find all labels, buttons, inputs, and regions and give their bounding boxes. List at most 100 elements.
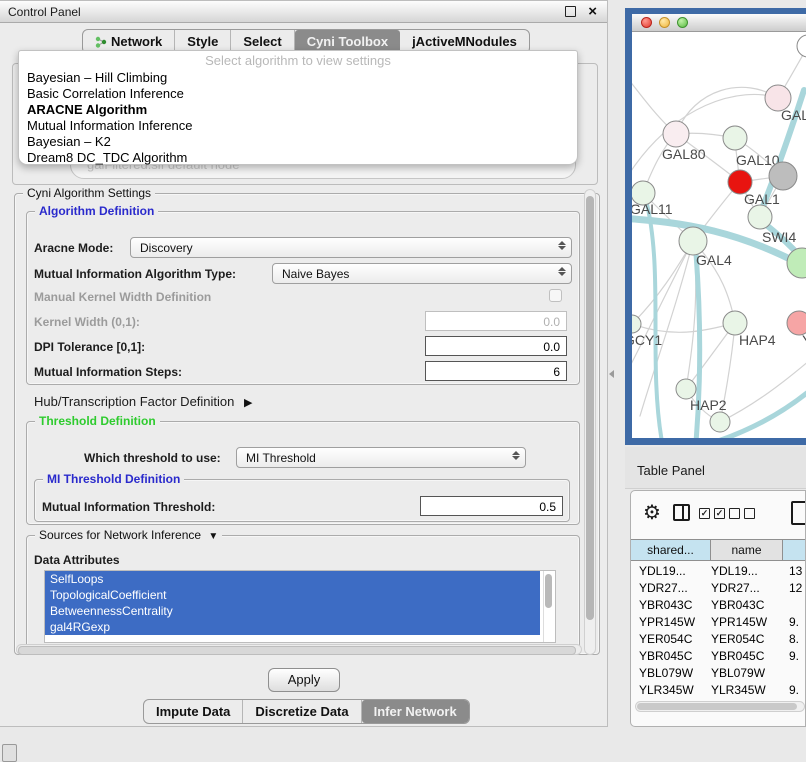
table-cell: YBL079W: [639, 666, 693, 680]
column-layout-icon[interactable]: [673, 504, 690, 521]
table-row[interactable]: YER054CYER054C8.: [631, 631, 806, 648]
aracne-mode-select[interactable]: Discovery: [130, 237, 572, 258]
manual-kernel-label: Manual Kernel Width Definition: [34, 290, 211, 304]
algorithm-option[interactable]: Bayesian – Hill Climbing: [19, 70, 577, 86]
network-node[interactable]: [679, 227, 707, 255]
algorithm-dropdown-popup: Select algorithm to view settings Bayesi…: [18, 50, 578, 165]
column-header[interactable]: [783, 539, 806, 561]
attribute-item[interactable]: TopologicalCoefficient: [45, 587, 540, 603]
mi-threshold-field[interactable]: 0.5: [420, 496, 563, 516]
network-node-label: HAP4: [739, 332, 776, 348]
network-node[interactable]: [710, 412, 730, 432]
table-cell: 13: [789, 564, 802, 578]
network-node[interactable]: [787, 248, 806, 278]
attribute-item[interactable]: gal4RGexp: [45, 619, 540, 635]
hub-definition-toggle[interactable]: Hub/Transcription Factor Definition ▶: [34, 394, 252, 409]
mi-type-value: Naive Bayes: [282, 267, 349, 281]
table-horizontal-scrollbar[interactable]: [635, 701, 805, 712]
algorithm-definition-title: Algorithm Definition: [35, 204, 158, 218]
table-row[interactable]: YDL19...YDL19...13: [631, 563, 806, 580]
table-panel-header: Table Panel: [625, 447, 806, 489]
panel-splitter-arrow[interactable]: [609, 370, 614, 378]
table-row[interactable]: YLR345WYLR345W9.: [631, 682, 806, 699]
manual-kernel-checkbox[interactable]: [549, 289, 562, 302]
table-cell: 9.: [789, 683, 799, 697]
minimize-traffic-light-icon[interactable]: [659, 17, 670, 28]
close-traffic-light-icon[interactable]: [641, 17, 652, 28]
network-node[interactable]: [723, 126, 747, 150]
close-icon[interactable]: ×: [588, 7, 597, 17]
table-cell: YPR145W: [711, 615, 767, 629]
mi-type-select[interactable]: Naive Bayes: [272, 263, 572, 284]
which-threshold-value: MI Threshold: [246, 451, 316, 465]
network-node[interactable]: [632, 315, 641, 333]
table-row[interactable]: YBL079WYBL079W: [631, 665, 806, 682]
mi-steps-label: Mutual Information Steps:: [34, 365, 182, 379]
apply-button[interactable]: Apply: [268, 668, 340, 692]
algorithm-option[interactable]: Mutual Information Inference: [19, 118, 577, 134]
mi-threshold-group-title: MI Threshold Definition: [43, 472, 184, 486]
network-node[interactable]: [769, 162, 797, 190]
network-node[interactable]: [676, 379, 696, 399]
table-panel-window: ⚙ ✓✓ shared...name YDL19...YDL19...13YDR…: [630, 490, 806, 727]
hub-definition-label: Hub/Transcription Factor Definition: [34, 394, 234, 409]
deselect-all-checkboxes-icon[interactable]: [729, 508, 755, 519]
gear-icon[interactable]: ⚙: [643, 503, 661, 523]
table-cell: YBR045C: [639, 649, 692, 663]
attribute-item[interactable]: SelfLoops: [45, 571, 540, 587]
tab-label: Select: [243, 34, 281, 49]
sources-title-toggle[interactable]: Sources for Network Inference ▼: [35, 528, 222, 542]
table-row[interactable]: YDR27...YDR27...12: [631, 580, 806, 597]
table-cell: 9.: [789, 615, 799, 629]
tab-discretize-data[interactable]: Discretize Data: [243, 700, 361, 723]
which-threshold-select[interactable]: MI Threshold: [236, 447, 526, 468]
kernel-width-field: 0.0: [425, 311, 567, 331]
control-panel-title: Control Panel: [0, 5, 565, 19]
settings-horizontal-scrollbar[interactable]: [16, 644, 582, 655]
threshold-definition-title: Threshold Definition: [35, 414, 160, 428]
tab-infer-network[interactable]: Infer Network: [362, 700, 469, 723]
dpi-tolerance-field[interactable]: 0.0: [425, 336, 567, 356]
column-header[interactable]: name: [711, 539, 783, 561]
zoom-traffic-light-icon[interactable]: [677, 17, 688, 28]
table-row[interactable]: YBR043CYBR043C: [631, 597, 806, 614]
screen: Control Panel × NetworkStyleSelectCyni T…: [0, 0, 806, 762]
mi-steps-field[interactable]: 6: [425, 361, 567, 381]
document-icon[interactable]: [791, 501, 806, 525]
algorithm-option[interactable]: Basic Correlation Inference: [19, 86, 577, 102]
spinner-arrows-icon: [558, 241, 566, 250]
network-node-label: GAL: [781, 107, 806, 123]
sources-title: Sources for Network Inference: [39, 528, 201, 542]
docked-panel-button[interactable]: [2, 744, 17, 762]
network-canvas[interactable]: GALGAL80GAL10GAL1GAL11SWI4GAL4GCY1HAP4YH…: [632, 32, 806, 438]
aracne-mode-value: Discovery: [140, 241, 193, 255]
algorithm-option[interactable]: Dream8 DC_TDC Algorithm: [19, 150, 577, 166]
network-node[interactable]: [797, 35, 806, 57]
network-node-label: GAL11: [632, 201, 673, 217]
tab-impute-data[interactable]: Impute Data: [144, 700, 243, 723]
select-all-checkboxes-icon[interactable]: ✓✓: [699, 508, 725, 519]
network-node[interactable]: [663, 121, 689, 147]
algorithm-option[interactable]: Bayesian – K2: [19, 134, 577, 150]
data-attributes-list: SelfLoopsTopologicalCoefficientBetweenne…: [44, 570, 556, 643]
attribute-list-scrollbar[interactable]: [543, 571, 554, 642]
attribute-item[interactable]: BetweennessCentrality: [45, 603, 540, 619]
table-cell: YDL19...: [711, 564, 758, 578]
spinner-arrows-icon: [512, 451, 520, 460]
table-row[interactable]: YBR045CYBR045C9.: [631, 648, 806, 665]
network-edge: [632, 241, 693, 324]
table-cell: 12: [789, 581, 802, 595]
settings-vertical-scrollbar[interactable]: [584, 189, 596, 655]
float-window-button[interactable]: [565, 6, 576, 17]
network-node[interactable]: [748, 205, 772, 229]
table-cell: YLR345W: [639, 683, 694, 697]
network-window-titlebar[interactable]: [632, 14, 806, 32]
network-node-label: GCY1: [632, 332, 662, 348]
algorithm-option[interactable]: ARACNE Algorithm: [19, 102, 577, 118]
dpi-tolerance-label: DPI Tolerance [0,1]:: [34, 340, 145, 354]
collapse-down-icon: ▼: [208, 531, 218, 542]
column-header[interactable]: shared...: [631, 539, 711, 561]
control-panel-titlebar: Control Panel ×: [0, 1, 607, 23]
table-row[interactable]: YPR145WYPR145W9.: [631, 614, 806, 631]
network-node-label: HAP2: [690, 397, 727, 413]
